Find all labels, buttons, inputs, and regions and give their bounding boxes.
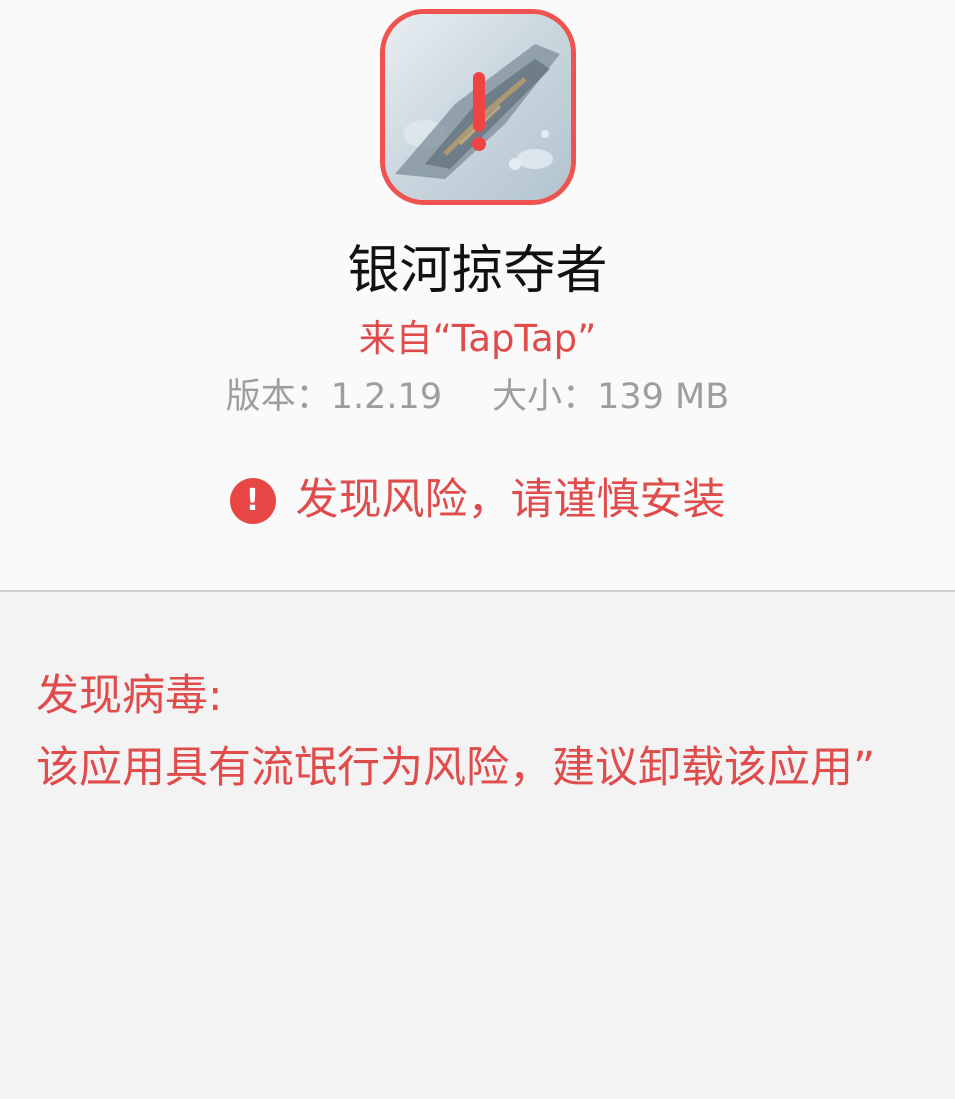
exclamation-circle-icon: ! (229, 478, 276, 524)
size-label: 大小：139 MB (492, 377, 730, 417)
version-label: 版本：1.2.19 (225, 377, 443, 417)
app-icon (380, 9, 576, 205)
virus-detail: 发现病毒: 该应用具有流氓行为风险，建议卸载该应用” (36, 660, 876, 804)
risk-warning-text: 发现风险，请谨慎安装 (295, 475, 726, 525)
app-info-panel: 银河掠夺者 来自“TapTap” 版本：1.2.19 大小：139 MB ! 发现风… (0, 0, 955, 590)
risk-warning: ! 发现风险，请谨慎安装 (0, 470, 955, 530)
virus-heading: 发现病毒: (36, 671, 223, 721)
virus-message: 该应用具有流氓行为风险，建议卸载该应用” (36, 743, 876, 793)
spaceship-image (385, 14, 571, 200)
app-meta: 版本：1.2.19 大小：139 MB (0, 372, 955, 422)
app-source: 来自“TapTap” (358, 317, 597, 360)
app-name: 银河掠夺者 (347, 241, 608, 301)
